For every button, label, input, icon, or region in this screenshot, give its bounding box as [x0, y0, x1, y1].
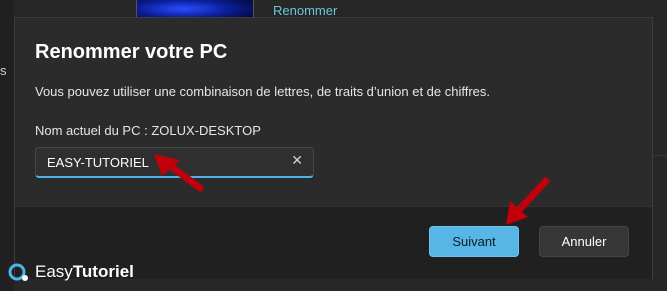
- pc-name-input-value[interactable]: EASY-TUTORIEL: [47, 155, 149, 170]
- watermark-prefix: Easy: [35, 262, 73, 281]
- watermark-suffix: Tutoriel: [72, 262, 134, 281]
- dialog-title: Renommer votre PC: [35, 41, 228, 63]
- background-sidebar-fragment: s: [0, 63, 7, 78]
- watermark-text: EasyTutoriel: [35, 262, 134, 282]
- close-icon[interactable]: ✕: [291, 152, 303, 169]
- background-sidebar: [0, 0, 14, 291]
- background-divider: [653, 155, 667, 156]
- annotation-arrow-next: [506, 177, 550, 225]
- rename-pc-dialog: Renommer votre PC Vous pouvez utiliser u…: [14, 17, 653, 279]
- dialog-description: Vous pouvez utiliser une combinaison de …: [35, 84, 491, 99]
- easytutoriel-logo-icon: [8, 263, 28, 281]
- annotation-arrow-input: [154, 154, 204, 192]
- current-pc-name-label: Nom actuel du PC : ZOLUX-DESKTOP: [35, 123, 261, 138]
- background-rename-link[interactable]: Renommer: [273, 3, 337, 18]
